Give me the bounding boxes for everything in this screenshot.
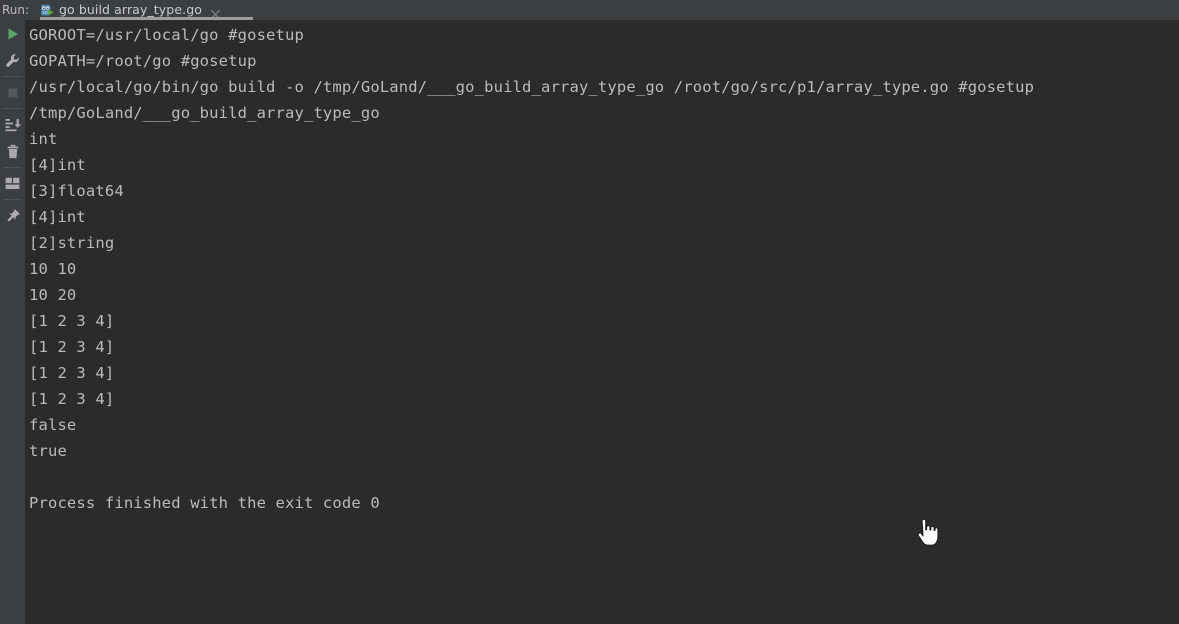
toolbar-separator — [3, 167, 22, 168]
scroll-to-end-button[interactable] — [0, 111, 25, 138]
console-line: GOROOT=/usr/local/go #gosetup — [29, 26, 304, 44]
console-line: [4]int — [29, 156, 86, 174]
toolbar-separator — [3, 199, 22, 200]
goland-run-tool-window: Run: go build array_type.go GOROOT=/usr/… — [0, 0, 1179, 624]
console-line: [4]int — [29, 208, 86, 226]
layout-settings-button[interactable] — [0, 170, 25, 197]
go-run-config-icon — [40, 3, 55, 18]
stop-square-icon — [8, 88, 17, 97]
console-line: /usr/local/go/bin/go build -o /tmp/GoLan… — [29, 78, 1035, 96]
console-line: /tmp/GoLand/___go_build_array_type_go — [29, 104, 380, 122]
edit-configuration-button[interactable] — [0, 47, 25, 74]
close-icon[interactable] — [210, 5, 221, 19]
console-line: [1 2 3 4] — [29, 390, 115, 408]
rerun-button[interactable] — [0, 20, 25, 47]
layout-icon — [5, 177, 20, 189]
console-line: int — [29, 130, 58, 148]
clear-all-button[interactable] — [0, 138, 25, 165]
console-line: false — [29, 416, 77, 434]
run-actions-toolbar — [0, 20, 25, 624]
run-window-label: Run: — [2, 3, 30, 17]
console-line: Process finished with the exit code 0 — [29, 494, 380, 512]
wrench-icon — [6, 54, 19, 67]
toolbar-separator — [3, 108, 22, 109]
console-line: GOPATH=/root/go #gosetup — [29, 52, 257, 70]
console-line: 10 20 — [29, 286, 77, 304]
play-icon — [8, 28, 18, 39]
console-line: [1 2 3 4] — [29, 338, 115, 356]
stop-button[interactable] — [0, 79, 25, 106]
console-line: [3]float64 — [29, 182, 124, 200]
pin-icon — [6, 208, 20, 222]
console-line: [2]string — [29, 234, 115, 252]
console-line: [1 2 3 4] — [29, 312, 115, 330]
console-line: 10 10 — [29, 260, 77, 278]
toolbar-separator — [3, 76, 22, 77]
console-output[interactable]: GOROOT=/usr/local/go #gosetup GOPATH=/ro… — [25, 20, 1179, 624]
pin-tab-button[interactable] — [0, 202, 25, 229]
console-line: [1 2 3 4] — [29, 364, 115, 382]
trash-icon — [7, 144, 18, 159]
run-toolwindow-header: Run: go build array_type.go — [0, 0, 1179, 20]
console-line: true — [29, 442, 67, 460]
scroll-to-end-icon — [5, 118, 21, 131]
